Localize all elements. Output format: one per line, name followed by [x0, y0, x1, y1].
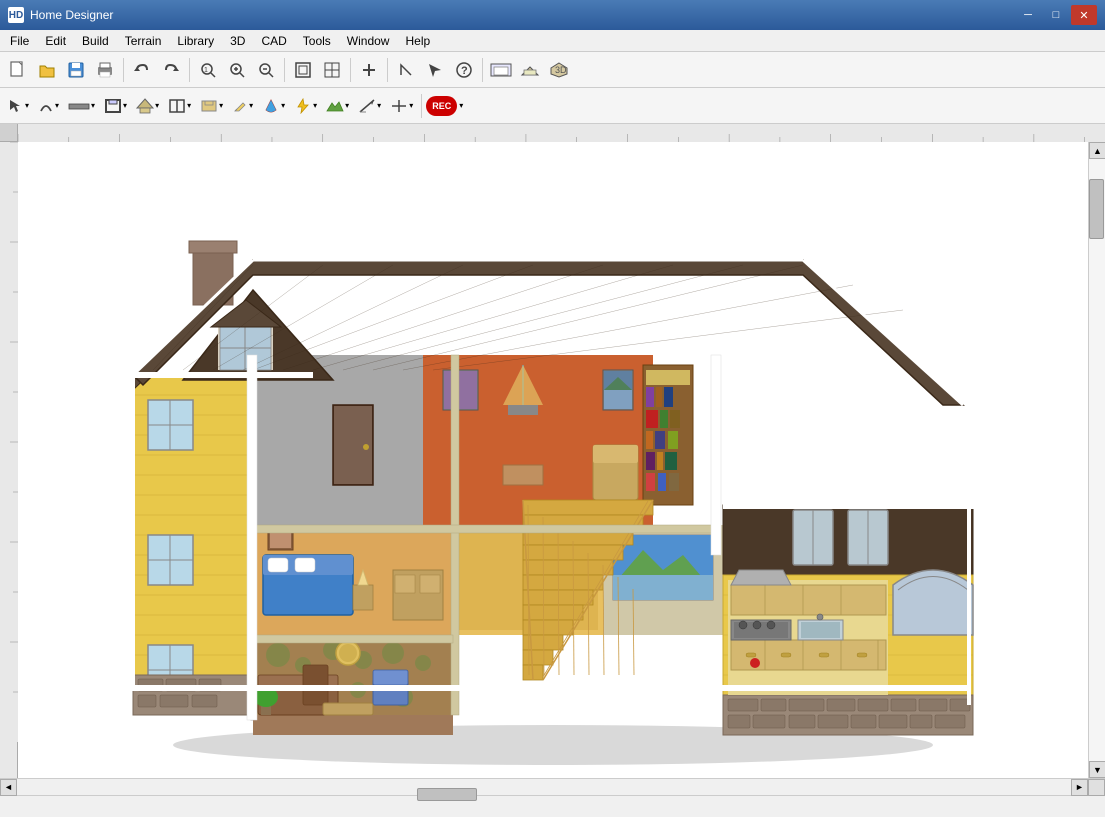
- status-bar: [0, 795, 1105, 817]
- separator: [189, 58, 190, 82]
- toolbar-tools: ▾ ▾ ▾ ▾ ▾ ▾ ▾ ▾ ▾ ▾ ▾ ▾: [0, 88, 1105, 124]
- separator: [350, 58, 351, 82]
- view-3d-full-button[interactable]: 3D: [545, 56, 573, 84]
- room-tool-button[interactable]: ▾: [100, 92, 131, 120]
- scrollbar-corner: [1088, 779, 1105, 796]
- close-button[interactable]: ✕: [1071, 5, 1097, 25]
- minimize-button[interactable]: ─: [1015, 5, 1041, 25]
- wall-tool-button[interactable]: ▾: [64, 92, 99, 120]
- svg-text:1: 1: [204, 67, 208, 74]
- select-tool-button[interactable]: ▾: [4, 92, 33, 120]
- print-button[interactable]: [91, 56, 119, 84]
- separator: [387, 58, 388, 82]
- vertical-scrollbar[interactable]: ▲ ▼: [1088, 142, 1105, 778]
- horizontal-ruler: [18, 124, 1105, 142]
- separator: [421, 94, 422, 118]
- corner-box: [0, 124, 18, 142]
- menu-terrain[interactable]: Terrain: [117, 30, 170, 51]
- scroll-down-arrow[interactable]: ▼: [1089, 761, 1105, 778]
- maximize-button[interactable]: □: [1043, 5, 1069, 25]
- redo-button[interactable]: [157, 56, 185, 84]
- cabinet-tool-button[interactable]: ▾: [196, 92, 227, 120]
- menu-edit[interactable]: Edit: [37, 30, 74, 51]
- zoom-out-button[interactable]: [252, 56, 280, 84]
- arc-tool-button[interactable]: ▾: [34, 92, 63, 120]
- terrain-tool-button[interactable]: ▾: [322, 92, 353, 120]
- menu-file[interactable]: File: [2, 30, 37, 51]
- add-button[interactable]: [355, 56, 383, 84]
- vertical-ruler: [0, 142, 18, 778]
- toolbar-main: 1 ? 3D: [0, 52, 1105, 88]
- window-title: Home Designer: [30, 8, 1015, 22]
- view-2d-button[interactable]: [487, 56, 515, 84]
- menu-build[interactable]: Build: [74, 30, 117, 51]
- dimension-tool-button[interactable]: ▾: [354, 92, 385, 120]
- angle-button[interactable]: [392, 56, 420, 84]
- help-button[interactable]: ?: [450, 56, 478, 84]
- separator: [482, 58, 483, 82]
- separator: [123, 58, 124, 82]
- scroll-thumb-vertical[interactable]: [1089, 179, 1104, 239]
- menu-library[interactable]: Library: [169, 30, 222, 51]
- door-window-tool-button[interactable]: ▾: [164, 92, 195, 120]
- menu-tools[interactable]: Tools: [295, 30, 339, 51]
- view-3d-front-button[interactable]: [516, 56, 544, 84]
- menu-cad[interactable]: CAD: [253, 30, 294, 51]
- scroll-up-arrow[interactable]: ▲: [1089, 142, 1105, 159]
- canvas-area: [18, 142, 1088, 778]
- open-button[interactable]: [33, 56, 61, 84]
- scroll-right-arrow[interactable]: ►: [1071, 779, 1088, 796]
- electric-tool-button[interactable]: ▾: [290, 92, 321, 120]
- ruler-area: [0, 124, 1105, 142]
- record-button[interactable]: REC: [426, 96, 457, 116]
- arrow-tool-button[interactable]: [421, 56, 449, 84]
- fit-window-button[interactable]: [289, 56, 317, 84]
- undo-button[interactable]: [128, 56, 156, 84]
- menu-3d[interactable]: 3D: [222, 30, 253, 51]
- pencil-tool-button[interactable]: ▾: [228, 92, 257, 120]
- record-dropdown-arrow[interactable]: ▾: [459, 101, 463, 110]
- app-icon: HD: [8, 7, 24, 23]
- window-controls: ─ □ ✕: [1015, 5, 1097, 25]
- svg-text:3D: 3D: [555, 65, 567, 75]
- separator: [284, 58, 285, 82]
- menu-help[interactable]: Help: [397, 30, 438, 51]
- scroll-thumb-horizontal[interactable]: [417, 788, 477, 801]
- house-image: [18, 142, 1088, 778]
- cross-tool-button[interactable]: ▾: [386, 92, 417, 120]
- new-button[interactable]: [4, 56, 32, 84]
- fit-page-button[interactable]: [318, 56, 346, 84]
- menu-window[interactable]: Window: [339, 30, 398, 51]
- zoom-realsize-button[interactable]: 1: [194, 56, 222, 84]
- horizontal-scrollbar[interactable]: ◄ ►: [0, 778, 1105, 795]
- structure-tool-button[interactable]: ▾: [132, 92, 163, 120]
- zoom-in-button[interactable]: [223, 56, 251, 84]
- scroll-track-vertical[interactable]: [1089, 159, 1105, 761]
- main-area: ▲ ▼: [0, 142, 1105, 778]
- save-button[interactable]: [62, 56, 90, 84]
- title-bar: HD Home Designer ─ □ ✕: [0, 0, 1105, 30]
- menu-bar: File Edit Build Terrain Library 3D CAD T…: [0, 30, 1105, 52]
- svg-text:?: ?: [461, 65, 468, 77]
- scroll-left-arrow[interactable]: ◄: [0, 779, 17, 796]
- paint-tool-button[interactable]: ▾: [258, 92, 289, 120]
